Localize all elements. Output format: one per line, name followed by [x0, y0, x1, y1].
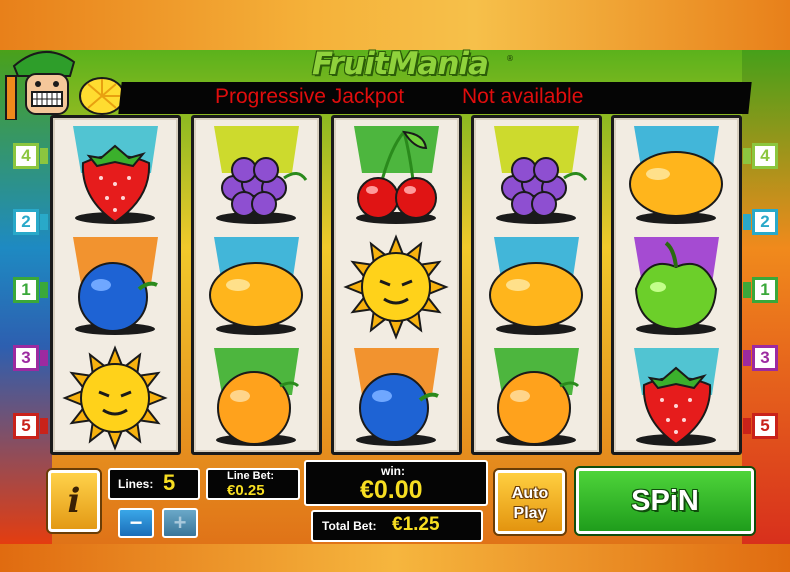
cherries-icon [354, 126, 439, 224]
autoplay-button[interactable]: Auto Play [495, 470, 565, 534]
reel-cell [53, 229, 178, 340]
reel-cell [334, 118, 459, 229]
payline-number: 1 [21, 280, 31, 299]
reel-2 [191, 115, 322, 455]
reel-5 [611, 115, 742, 455]
autoplay-label-line2: Play [513, 505, 547, 522]
reel-1 [50, 115, 181, 455]
lemon-icon [489, 237, 583, 335]
payline-number: 3 [760, 348, 770, 367]
payline-number: 4 [21, 146, 31, 165]
reel-4 [471, 115, 602, 455]
reel-cell [474, 118, 599, 229]
mascot-character [5, 50, 124, 120]
payline-marker-right-4[interactable]: 4 [743, 140, 781, 172]
lines-value: 5 [163, 470, 176, 495]
plum-icon [354, 348, 439, 446]
payline-marker-right-1[interactable]: 1 [743, 274, 781, 306]
payline-marker-left-2[interactable]: 2 [10, 206, 48, 238]
line-bet-value: €0.25 [227, 482, 265, 499]
lines-minus-button[interactable]: − [118, 508, 154, 538]
jackpot-value: Not available [462, 85, 584, 108]
lemon-icon [209, 237, 303, 335]
jackpot-label: Progressive Jackpot [215, 85, 405, 108]
reel-cell [334, 229, 459, 340]
payline-number: 3 [21, 348, 31, 367]
reel-cell [614, 340, 739, 451]
sun-icon [62, 345, 168, 451]
reel-cell [474, 229, 599, 340]
payline-number: 5 [21, 416, 31, 435]
reel-cell [194, 118, 319, 229]
payline-marker-right-5[interactable]: 5 [743, 410, 781, 442]
plum-icon [73, 237, 158, 335]
logo-text: FruitMania [312, 46, 489, 82]
autoplay-label-line1: Auto [511, 485, 549, 502]
spin-button[interactable]: SPiN [576, 468, 754, 534]
reel-cell [474, 340, 599, 451]
payline-marker-right-3[interactable]: 3 [743, 342, 781, 374]
total-bet-value: €1.25 [392, 514, 440, 535]
sun-icon [343, 234, 449, 340]
info-button[interactable]: i [48, 470, 100, 532]
payline-number: 2 [760, 212, 770, 231]
payline-number: 5 [760, 416, 770, 435]
lemon-icon [629, 126, 723, 224]
reel-3 [331, 115, 462, 455]
payline-marker-left-4[interactable]: 4 [10, 140, 48, 172]
payline-marker-right-2[interactable]: 2 [743, 206, 781, 238]
background-bottom [0, 542, 790, 572]
payline-number: 1 [760, 280, 770, 299]
reel-cell [334, 340, 459, 451]
payline-marker-left-3[interactable]: 3 [10, 342, 48, 374]
win-value: €0.00 [360, 476, 423, 504]
reel-cell [614, 118, 739, 229]
reel-cell [53, 340, 178, 451]
jackpot-bar [118, 82, 752, 114]
background-top [0, 0, 790, 50]
total-bet-label: Total Bet: [322, 519, 377, 533]
orange-icon [494, 348, 580, 446]
reel-cell [614, 229, 739, 340]
lines-label: Lines: [118, 477, 154, 491]
line-bet-label: Line Bet: [227, 470, 275, 482]
strawberry-icon [73, 126, 158, 224]
payline-number: 2 [21, 212, 31, 231]
payline-number: 4 [760, 146, 770, 165]
reel-cell [194, 229, 319, 340]
apple-icon [634, 237, 719, 335]
reel-cell [53, 118, 178, 229]
lines-plus-button[interactable]: + [162, 508, 198, 538]
logo-trademark: ® [506, 54, 514, 63]
grapes-icon [214, 126, 308, 224]
payline-marker-left-1[interactable]: 1 [10, 274, 48, 306]
reel-cell [194, 340, 319, 451]
grapes-icon [494, 126, 588, 224]
game-logo: FruitMania ® [280, 46, 520, 86]
payline-marker-left-5[interactable]: 5 [10, 410, 48, 442]
strawberry-icon [634, 348, 719, 446]
orange-icon [214, 348, 300, 446]
